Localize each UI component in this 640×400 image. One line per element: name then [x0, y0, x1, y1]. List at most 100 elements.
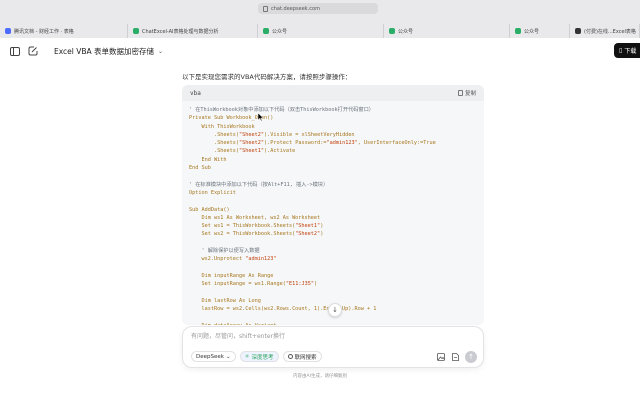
- code-token: ).Protect Password:=: [263, 140, 327, 147]
- browser-tab[interactable]: ChatExcel-AI表格处理与数据分析: [128, 24, 258, 38]
- code-token: ' 解除保护以便写入数据: [189, 248, 260, 255]
- mouse-pointer-icon: [258, 113, 264, 121]
- code-token: Dim ws1 As Worksheet, ws2 As Worksheet: [189, 214, 321, 221]
- code-token: "admin123": [245, 256, 277, 263]
- arrow-up-icon: ↑: [468, 353, 474, 361]
- model-label: DeepSeek: [196, 353, 224, 360]
- favicon-icon: [389, 28, 395, 34]
- code-line: End Sub: [189, 164, 477, 172]
- tab-label: 公众号: [272, 28, 288, 35]
- browser-tab[interactable]: 公众号: [384, 24, 510, 38]
- code-line: Dim ws1 As Worksheet, ws2 As Worksheet: [189, 214, 477, 222]
- code-line: .Sheets("Sheet2").Visible = xlSheetVeryH…: [189, 131, 477, 139]
- tab-label: (付费)在线...Excel表格: [584, 28, 636, 35]
- arrow-down-icon: ↓: [332, 306, 338, 314]
- composer-toolbar: DeepSeek ⌄ ⚛ 深度思考 联网搜索: [191, 351, 322, 362]
- code-line: With ThisWorkbook: [189, 123, 477, 131]
- favicon-icon: [133, 28, 139, 34]
- globe-icon: [287, 354, 293, 359]
- code-content: ' 在ThisWorkbook对象中添加以下代码（双击ThisWorkbook打…: [182, 101, 484, 325]
- code-line: Set ws2 = ThisWorkbook.Sheets("Sheet2"): [189, 230, 477, 238]
- code-token: Set inputRange = ws1.Range(: [189, 281, 286, 288]
- favicon-icon: [515, 28, 521, 34]
- file-upload-icon[interactable]: [451, 353, 459, 361]
- code-line: .Sheets("Sheet2").Protect Password:="adm…: [189, 139, 477, 147]
- browser-tab[interactable]: 公众号: [258, 24, 384, 38]
- code-token: ): [320, 223, 324, 230]
- code-token: Sub AddData(): [189, 206, 230, 213]
- browser-tab[interactable]: 腾讯文档 - 财经工作 · 表格: [0, 24, 128, 38]
- code-token: Set ws1 = ThisWorkbook.Sheets(: [189, 223, 296, 230]
- web-search-toggle[interactable]: 联网搜索: [282, 351, 322, 362]
- code-token: .Sheets(: [189, 140, 239, 147]
- copy-label: 复制: [464, 91, 476, 97]
- code-token: End Sub: [189, 165, 211, 172]
- download-label: 下载: [624, 48, 637, 55]
- code-token: Dim inputRange As Range: [189, 272, 274, 279]
- code-line: Dim dataArray As Variant: [189, 322, 477, 325]
- code-line: Option Explicit: [189, 189, 477, 197]
- code-token: Set ws2 = ThisWorkbook.Sheets(: [189, 231, 296, 238]
- chat-input[interactable]: [191, 331, 475, 341]
- address-row: chat.deepseek.com: [0, 0, 640, 22]
- assistant-message-intro: 以下是实现您需求的VBA代码解决方案，请按照步骤操作：: [182, 73, 352, 81]
- lock-icon: [263, 5, 268, 12]
- code-token: Dim dataArray As Variant: [189, 323, 276, 325]
- code-line: Dim inputRange As Range: [189, 272, 477, 280]
- code-token: "Sheet2": [238, 131, 264, 138]
- app-header: Excel VBA 表单数据加密存储 ⌄ ▯ 下载: [0, 38, 640, 64]
- tab-label: 公众号: [398, 28, 414, 35]
- code-line: Set ws1 = ThisWorkbook.Sheets("Sheet1"): [189, 222, 477, 230]
- browser-tab[interactable]: 公众号: [510, 24, 570, 38]
- phone-icon: ▯: [619, 47, 623, 54]
- code-token: "Sheet1": [295, 223, 321, 230]
- tab-label: ChatExcel-AI表格处理与数据分析: [142, 28, 219, 35]
- address-bar[interactable]: chat.deepseek.com: [258, 3, 378, 14]
- address-text: chat.deepseek.com: [271, 5, 320, 12]
- code-token: ws2.Unprotect: [189, 256, 246, 263]
- chevron-down-icon: ⌄: [225, 353, 231, 360]
- code-token: ): [313, 281, 318, 288]
- download-app-button[interactable]: ▯ 下载: [614, 43, 640, 58]
- code-block-header: vba 复制: [182, 85, 484, 101]
- code-line: Set inputRange = ws1.Range("E11:J35"): [189, 280, 477, 288]
- tab-label: 腾讯文档 - 财经工作 · 表格: [14, 28, 74, 35]
- code-token: End With: [189, 156, 227, 163]
- code-token: Option Explicit: [189, 189, 236, 196]
- code-token: "E11:J35": [285, 281, 314, 288]
- conversation-title-text: Excel VBA 表单数据加密存储: [54, 46, 155, 56]
- code-token: lastRow = ws2.Cells(ws2.Rows.Count, 1).E…: [189, 306, 377, 313]
- code-block: vba 复制 ' 在ThisWorkbook对象中添加以下代码（双击ThisWo…: [182, 85, 484, 325]
- code-token: "Sheet2": [238, 140, 264, 147]
- ai-disclaimer: 内容由AI生成，请仔细甄别: [293, 374, 347, 379]
- code-token: ).Visible = xlSheetVeryHidden: [263, 131, 355, 138]
- code-line: ' 在ThisWorkbook对象中添加以下代码（双击ThisWorkbook打…: [189, 106, 477, 114]
- code-token: ' 在标准模块中添加以下代码（按Alt+F11, 插入->模块）: [189, 181, 329, 188]
- copy-code-button[interactable]: 复制: [457, 89, 476, 97]
- favicon-icon: [263, 28, 269, 34]
- code-token: Dim lastRow As Long: [189, 297, 261, 304]
- scroll-to-bottom-button[interactable]: ↓: [328, 303, 342, 317]
- model-selector[interactable]: DeepSeek ⌄: [191, 351, 236, 362]
- favicon-icon: [5, 28, 11, 34]
- image-upload-icon[interactable]: [437, 353, 445, 361]
- code-line: End With: [189, 156, 477, 164]
- code-token: ' 在ThisWorkbook对象中添加以下代码（双击ThisWorkbook打…: [189, 107, 374, 113]
- new-chat-icon[interactable]: [28, 46, 38, 56]
- sidebar-toggle-icon[interactable]: [10, 46, 20, 56]
- tab-strip: 腾讯文档 - 财经工作 · 表格 ChatExcel-AI表格处理与数据分析 公众号…: [0, 24, 640, 38]
- conversation-title[interactable]: Excel VBA 表单数据加密存储 ⌄: [54, 46, 163, 57]
- code-language-label: vba: [190, 89, 201, 97]
- send-button[interactable]: ↑: [465, 351, 477, 363]
- deep-think-toggle[interactable]: ⚛ 深度思考: [239, 351, 279, 362]
- deep-think-label: 深度思考: [251, 354, 274, 361]
- code-token: .Sheets(: [189, 148, 239, 155]
- code-token: With ThisWorkbook: [189, 123, 255, 130]
- code-token: "Sheet2": [295, 231, 321, 238]
- browser-tab[interactable]: (付费)在线...Excel表格: [570, 24, 640, 38]
- tab-label: 公众号: [524, 28, 540, 35]
